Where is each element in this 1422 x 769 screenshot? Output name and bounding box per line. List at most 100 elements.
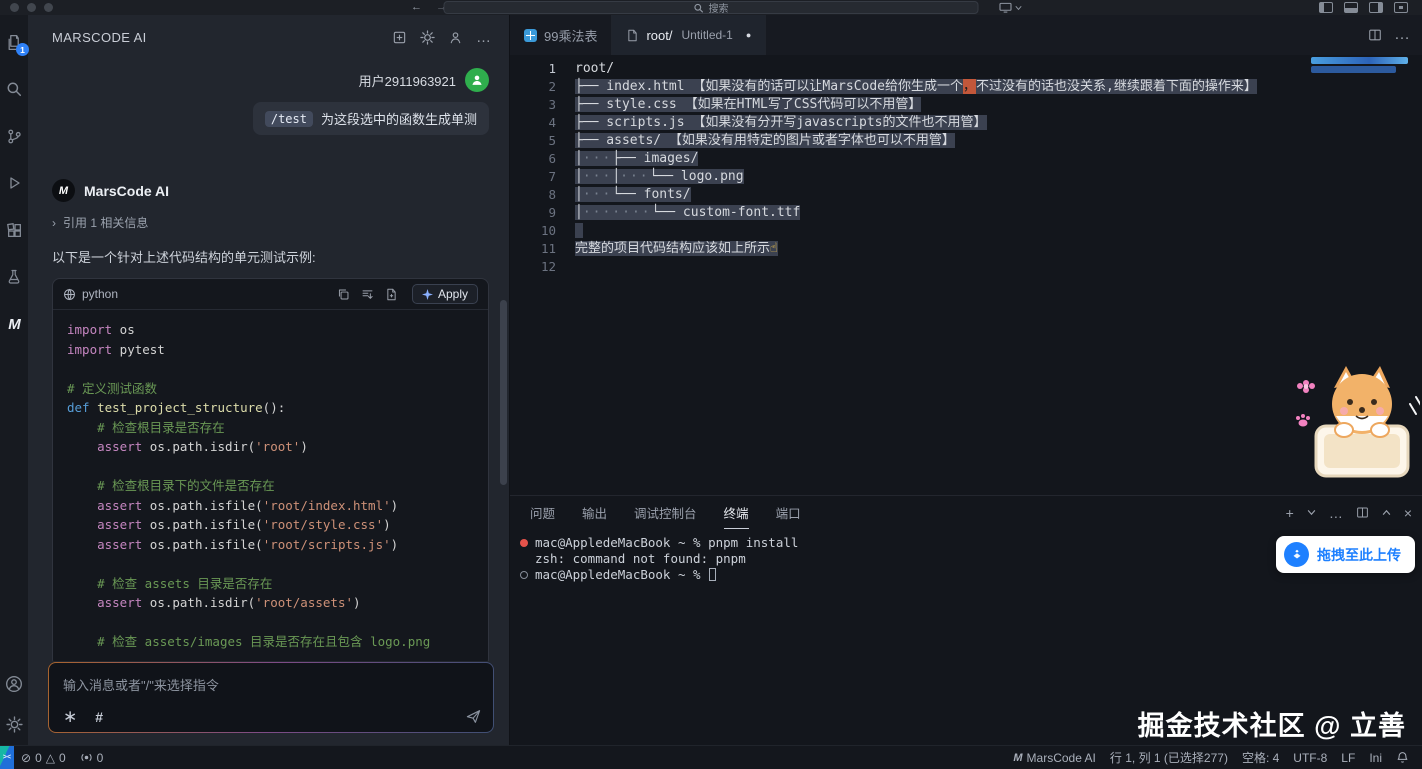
tab-untitled-1[interactable]: root/ Untitled-1 ● <box>612 15 766 55</box>
send-icon[interactable] <box>466 709 481 724</box>
notifications-bell-icon[interactable] <box>1389 751 1416 764</box>
toggle-secondary-sidebar-icon[interactable] <box>1369 2 1383 13</box>
line-number: 6 <box>510 150 556 168</box>
code-line: def test_project_structure(): <box>67 398 474 418</box>
code-line: assert os.path.isfile('root/index.html') <box>67 496 474 516</box>
customize-layout-icon[interactable] <box>1394 2 1408 13</box>
editor-code-lines[interactable]: root/├── index.html 【如果没有的话可以让MarsCode给你… <box>575 60 1302 276</box>
eol-status[interactable]: LF <box>1334 751 1362 765</box>
split-editor-icon[interactable] <box>1368 28 1382 42</box>
line-number: 11 <box>510 240 556 258</box>
indentation-status[interactable]: 空格: 4 <box>1235 749 1286 766</box>
close-panel-icon[interactable]: × <box>1404 506 1412 520</box>
command-center-search[interactable]: 搜索 <box>444 1 979 14</box>
extensions-icon[interactable] <box>5 221 23 239</box>
close-window-button[interactable] <box>10 3 19 12</box>
chat-input[interactable]: 输入消息或者"/"来选择指令 ∗ # <box>48 662 494 733</box>
source-control-icon[interactable] <box>5 127 23 145</box>
maximize-panel-icon[interactable] <box>1382 509 1391 516</box>
marscode-activity-icon[interactable]: M <box>5 315 23 333</box>
apply-label: Apply <box>438 287 468 301</box>
chat-settings-icon[interactable] <box>420 30 435 45</box>
sidebar-more-icon[interactable]: … <box>476 30 491 45</box>
minimize-window-button[interactable] <box>27 3 36 12</box>
reference-toggle[interactable]: › 引用 1 相关信息 <box>52 214 489 231</box>
context-hash-icon[interactable]: # <box>95 709 103 725</box>
search-label: 搜索 <box>709 0 729 15</box>
remote-indicator[interactable]: >< <box>0 746 14 769</box>
problems-status[interactable]: ⊘ 0 △ 0 <box>14 746 73 769</box>
line-number: 12 <box>510 258 556 276</box>
assistant-intro: 以下是一个针对上述代码结构的单元测试示例: <box>52 247 489 266</box>
activity-bar: 1 M <box>0 15 28 745</box>
error-icon: ⊘ <box>21 751 31 765</box>
editor-line: │·······└── custom-font.ttf <box>575 204 1302 222</box>
shiba-dog-sticker <box>1286 358 1420 483</box>
code-line: assert os.path.isfile('root/scripts.js') <box>67 535 474 555</box>
chat-code-lines[interactable]: import osimport pytest # 定义测试函数def test_… <box>53 310 488 661</box>
back-button[interactable]: ← <box>411 1 422 14</box>
marscode-status[interactable]: M MarsCode AI <box>1006 751 1103 765</box>
zoom-window-button[interactable] <box>44 3 53 12</box>
code-line: # 检查 assets 目录是否存在 <box>67 574 474 594</box>
terminal-picker-chevron-icon[interactable] <box>1307 509 1316 516</box>
search-sidebar-icon[interactable] <box>5 80 23 98</box>
editor-line: 完整的项目代码结构应该如上所示☝ <box>575 240 1302 258</box>
chevron-down-icon <box>1015 5 1022 11</box>
sidebar-scrollbar[interactable] <box>500 300 507 485</box>
command-prompt-icon <box>520 571 528 579</box>
upload-button[interactable]: 拖拽至此上传 <box>1276 536 1415 573</box>
code-line <box>67 554 474 574</box>
dirty-indicator[interactable]: ● <box>746 30 751 40</box>
editor-more-icon[interactable]: … <box>1394 26 1410 44</box>
panel-more-icon[interactable]: … <box>1329 506 1343 520</box>
panel-tab-2[interactable]: 输出 <box>582 496 607 529</box>
apply-button[interactable]: Apply <box>412 284 478 304</box>
juejin-logo-icon <box>1284 542 1309 567</box>
remote-device-icon[interactable] <box>999 2 1022 13</box>
panel-tabs: 问题输出调试控制台终端端口 <box>530 496 828 529</box>
commands-icon[interactable]: ∗ <box>63 708 77 725</box>
panel-tab-5[interactable]: 端口 <box>776 496 801 529</box>
code-line: assert os.path.isfile('root/style.css') <box>67 515 474 535</box>
toggle-panel-icon[interactable] <box>1344 2 1358 13</box>
run-debug-icon[interactable] <box>5 174 23 192</box>
split-terminal-icon[interactable] <box>1356 506 1369 519</box>
panel-tab-1[interactable]: 问题 <box>530 496 555 529</box>
toggle-primary-sidebar-icon[interactable] <box>1319 2 1333 13</box>
testing-flask-icon[interactable] <box>5 268 23 286</box>
agents-icon[interactable] <box>448 30 463 45</box>
ports-status[interactable]: 0 <box>73 746 111 769</box>
new-chat-icon[interactable] <box>392 30 407 45</box>
copy-code-icon[interactable] <box>337 288 350 301</box>
language-mode-status[interactable]: Ini <box>1362 751 1389 765</box>
editor-line: │···└── fonts/ <box>575 186 1302 204</box>
panel-tab-4[interactable]: 终端 <box>724 496 749 529</box>
editor[interactable]: 123456789101112 root/├── index.html 【如果没… <box>510 55 1422 495</box>
marscode-status-label: MarsCode AI <box>1027 751 1096 765</box>
new-terminal-icon[interactable]: + <box>1286 506 1294 520</box>
minimap[interactable] <box>1311 57 1408 73</box>
marscode-logo: M <box>52 179 75 202</box>
traffic-lights <box>10 3 53 12</box>
editor-line: ├── scripts.js 【如果没有分开写javascripts的文件也不用… <box>575 114 1302 132</box>
search-icon <box>694 3 704 13</box>
prompt-chip[interactable]: /test 为这段选中的函数生成单测 <box>253 102 489 135</box>
chip-text: 为这段选中的函数生成单测 <box>321 109 477 128</box>
panel-tab-3[interactable]: 调试控制台 <box>634 496 697 529</box>
code-line: assert os.path.isdir('root') <box>67 437 474 457</box>
editor-line: ├── style.css 【如果在HTML写了CSS代码可以不用管】 <box>575 96 1302 114</box>
insert-new-file-icon[interactable] <box>385 288 398 301</box>
explorer-icon[interactable]: 1 <box>5 33 23 51</box>
user-name: 用户2911963921 <box>359 71 456 90</box>
insert-at-cursor-icon[interactable] <box>361 288 374 301</box>
code-line: # 定义测试函数 <box>67 379 474 399</box>
line-number: 2 <box>510 78 556 96</box>
user-avatar[interactable] <box>465 68 489 92</box>
settings-gear-icon[interactable] <box>5 715 23 733</box>
tab-99-multiplication[interactable]: 99乘法表 <box>510 15 612 55</box>
code-line <box>67 613 474 633</box>
account-icon[interactable] <box>5 675 23 693</box>
encoding-status[interactable]: UTF-8 <box>1286 751 1334 765</box>
cursor-position-status[interactable]: 行 1, 列 1 (已选择277) <box>1103 749 1235 766</box>
